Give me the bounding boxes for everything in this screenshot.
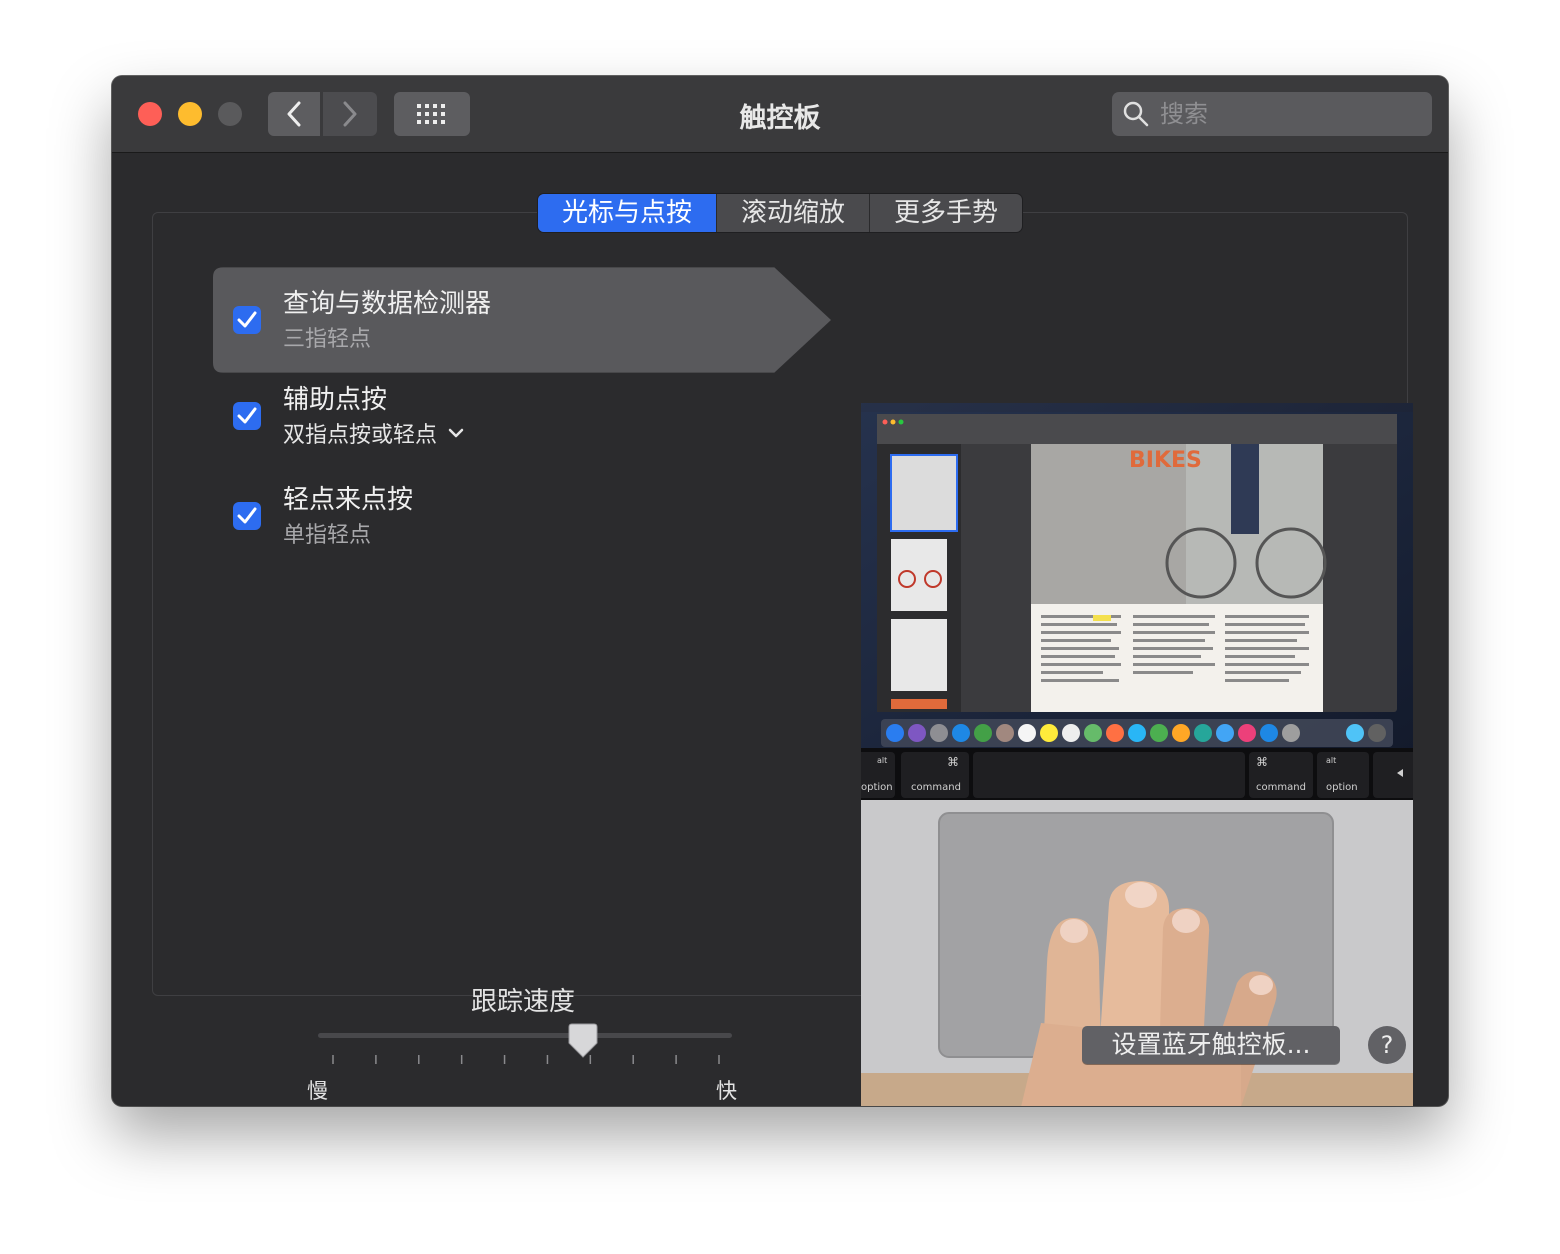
search-input[interactable] [1158,99,1422,129]
help-button[interactable]: ? [1368,1026,1406,1064]
tab-point-and-click[interactable]: 光标与点按 [538,194,717,232]
key-left-cmd-symbol: ⌘ [947,755,959,769]
tab-scroll-and-zoom[interactable]: 滚动缩放 [717,194,870,232]
key-right-option: option [1326,782,1358,793]
lookup-checkbox[interactable] [233,306,261,334]
option-secondary-click[interactable]: 辅助点按 双指点按或轻点 [213,373,833,479]
key-left-option: option [861,782,893,793]
tracking-speed-track[interactable] [318,1033,732,1038]
checkmark-icon [237,507,257,524]
fast-label: 快 [716,1079,737,1103]
secondary-click-checkbox[interactable] [233,402,261,430]
tracking-speed-ticks [332,1055,720,1064]
checkmark-icon [237,311,257,328]
secondary-click-dropdown[interactable]: 双指点按或轻点 [283,417,465,449]
secondary-click-value: 双指点按或轻点 [283,423,438,448]
option-tap-to-click[interactable]: 轻点来点按 单指轻点 [213,473,833,579]
secondary-click-title: 辅助点按 [283,385,388,415]
tap-to-click-subtitle: 单指轻点 [283,523,372,548]
tap-to-click-checkbox[interactable] [233,502,261,530]
preview-illustration: BIKES alt option ⌘ command ⌘ command alt… [861,403,1413,1106]
tap-to-click-title: 轻点来点按 [283,485,414,515]
gesture-preview: BIKES alt option ⌘ command ⌘ command alt… [861,403,1413,1106]
tab-bar: 光标与点按 滚动缩放 更多手势 [538,194,1022,232]
checkmark-icon [237,407,257,424]
lookup-subtitle: 三指轻点 [283,327,372,352]
setup-bluetooth-trackpad-button[interactable]: 设置蓝牙触控板... [1082,1026,1340,1064]
tracking-speed-thumb[interactable] [568,1023,598,1059]
tab-more-gestures[interactable]: 更多手势 [870,194,1022,232]
settings-panel: 查询与数据检测器 三指轻点 辅助点按 双指点按或轻点 轻点来点按 单指轻点 跟踪… [152,212,1413,1106]
key-right-cmd-symbol: ⌘ [1256,755,1268,769]
doc-title: BIKES [1129,448,1202,473]
lookup-title: 查询与数据检测器 [283,289,492,319]
option-lookup[interactable]: 查询与数据检测器 三指轻点 [213,267,833,373]
key-right-command: command [1256,782,1306,793]
search-field[interactable] [1112,92,1432,136]
tracking-speed-label: 跟踪速度 [471,987,576,1017]
key-right-alt: alt [1326,756,1336,765]
key-left-command: command [911,782,961,793]
key-left-alt: alt [877,756,887,765]
chevron-down-icon [448,428,464,438]
preferences-window: 触控板 查询与数据检测器 三指轻点 [112,76,1448,1106]
search-icon [1122,100,1150,128]
titlebar: 触控板 [112,76,1448,153]
slow-label: 慢 [307,1079,328,1103]
